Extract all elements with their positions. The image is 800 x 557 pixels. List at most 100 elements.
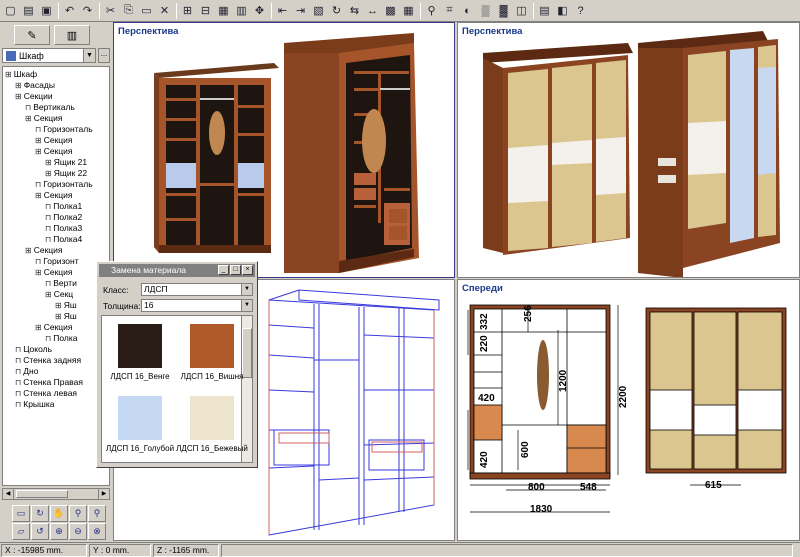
tree-item[interactable]: ⊓ Полка3 [45, 223, 82, 234]
tree-item[interactable]: ⊞ Секция [35, 146, 73, 157]
object-tree[interactable]: ⊞ Шкаф ⊞ Фасады ⊞ Секции ⊓ Вертикаль ⊞ Секция ⊓ Гор… [2, 66, 110, 486]
cut-button[interactable]: ✂ [102, 2, 119, 20]
copy-button[interactable]: ⎘ [120, 2, 137, 20]
align-right-button[interactable]: ⇥ [292, 2, 309, 20]
tree-item[interactable]: ⊞ Секция [25, 113, 63, 124]
tree-item[interactable]: ⊞ Ящик 21 [45, 157, 87, 168]
chevron-down-icon[interactable]: ▼ [241, 300, 252, 311]
tree-item[interactable]: ⊓ Крышка [15, 399, 55, 410]
paste-button[interactable]: ▭ [138, 2, 155, 20]
material-list[interactable]: ЛДСП 16_Венге ЛДСП 16_Вишня ЛДСП 16_Голубо… [101, 315, 253, 463]
delete-button[interactable]: ✕ [156, 2, 173, 20]
mirror-button[interactable]: ⇆ [346, 2, 363, 20]
grid-button[interactable]: ▦ [400, 2, 417, 20]
tree-item[interactable]: ⊓ Дно [15, 366, 38, 377]
chevron-down-icon[interactable]: ▼ [83, 49, 95, 62]
dialog-titlebar[interactable]: Замена материала _ □ × [99, 264, 255, 277]
fit-view-button[interactable]: ▱ [12, 523, 30, 540]
rotate-view-button[interactable]: ↻ [31, 505, 49, 522]
close-button[interactable]: × [242, 265, 253, 275]
table-button[interactable]: ▥ [233, 2, 250, 20]
tree-item[interactable]: ⊞ Шкаф [5, 69, 37, 80]
material-item[interactable]: ЛДСП 16_Голубой [104, 396, 176, 453]
tree-item[interactable]: ⊞ Секция [35, 190, 73, 201]
properties-button[interactable]: ▦ [215, 2, 232, 20]
zoom-out-button[interactable]: ⊖ [69, 523, 87, 540]
tree-item[interactable]: ⊓ Горизонталь [35, 124, 93, 135]
pick-tool-button[interactable]: ✎ [14, 25, 50, 45]
frame-button[interactable]: ▩ [382, 2, 399, 20]
tree-item[interactable]: ⊓ Цоколь [15, 344, 52, 355]
zoom-window-button[interactable]: ⚲ [88, 505, 106, 522]
object-combo[interactable]: Шкаф ▼ [2, 48, 96, 63]
render-icon: ▤ [539, 5, 550, 17]
undo-button[interactable]: ↶ [61, 2, 78, 20]
maximize-button[interactable]: □ [230, 265, 241, 275]
tree-item[interactable]: ⊓ Полка1 [45, 201, 82, 212]
section-button[interactable]: ▧ [310, 2, 327, 20]
wire-button[interactable]: ⌗ [441, 2, 458, 20]
browse-button[interactable]: ... [98, 48, 110, 63]
object-tool-button[interactable]: ▥ [54, 25, 90, 45]
tree-item[interactable]: ⊞ Яш [55, 300, 77, 311]
minimize-button[interactable]: _ [218, 265, 229, 275]
tree-item[interactable]: ⊓ Вертикаль [25, 102, 75, 113]
tree-item[interactable]: ⊞ Ящик 22 [45, 168, 87, 179]
tree-item[interactable]: ⊞ Секция [25, 245, 63, 256]
zoom-in-button[interactable]: ⊕ [50, 523, 68, 540]
tree-item[interactable]: ⊓ Полка [45, 333, 78, 344]
align-left-button[interactable]: ⇤ [274, 2, 291, 20]
redo-button[interactable]: ↷ [79, 2, 96, 20]
scroll-thumb[interactable] [16, 490, 68, 498]
ungroup-button[interactable]: ⊟ [197, 2, 214, 20]
tree-item[interactable]: ⊞ Секция [35, 267, 73, 278]
render-button[interactable]: ▤ [536, 2, 553, 20]
redo-icon: ↷ [82, 5, 93, 17]
tree-item[interactable]: ⊞ Секц [45, 289, 73, 300]
material-item[interactable]: ЛДСП 16_Бежевый [176, 396, 248, 453]
select-view-button[interactable]: ▭ [12, 505, 30, 522]
dimension-button[interactable]: ↔ [364, 2, 381, 20]
tree-item[interactable]: ⊞ Секция [35, 322, 73, 333]
tree-item[interactable]: ⊞ Секции [15, 91, 53, 102]
tree-item[interactable]: ⊓ Горизонталь [35, 179, 93, 190]
pattern-button[interactable]: ▓ [495, 2, 512, 20]
zoom-all-button[interactable]: ⊗ [88, 523, 106, 540]
tree-item[interactable]: ⊞ Секция [35, 135, 73, 146]
tree-item[interactable]: ⊞ Фасады [15, 80, 55, 91]
viewport-perspective-right[interactable]: Перспектива [457, 22, 800, 278]
orbit-view-button[interactable]: ↺ [31, 523, 49, 540]
viewport-perspective-left[interactable]: Перспектива [113, 22, 455, 278]
rotate-button[interactable]: ↻ [328, 2, 345, 20]
palette-button[interactable]: ◫ [513, 2, 530, 20]
export-button[interactable]: ◧ [554, 2, 571, 20]
thickness-select[interactable]: 16 ▼ [141, 299, 253, 312]
tree-item[interactable]: ⊓ Стенка левая [15, 388, 77, 399]
chevron-down-icon[interactable]: ▼ [241, 284, 252, 295]
help-button[interactable]: ? [572, 2, 589, 20]
tree-hscrollbar[interactable]: ◀ ▶ [2, 488, 110, 500]
tree-item[interactable]: ⊞ Яш [55, 311, 77, 322]
scroll-left-icon[interactable]: ◀ [3, 489, 14, 499]
move-button[interactable]: ✥ [251, 2, 268, 20]
tree-item[interactable]: ⊓ Горизонт [35, 256, 79, 267]
zoom-view-button[interactable]: ⚲ [69, 505, 87, 522]
tree-item[interactable]: ⊓ Стенка задняя [15, 355, 81, 366]
open-button[interactable]: ▤ [20, 2, 37, 20]
material-item[interactable]: ЛДСП 16_Венге [104, 324, 176, 381]
group-button[interactable]: ⊞ [179, 2, 196, 20]
texture-button[interactable]: ▒ [477, 2, 494, 20]
class-select[interactable]: ЛДСП ▼ [141, 283, 253, 296]
paint-button[interactable]: ◐ [459, 2, 476, 20]
viewport-front[interactable]: Спереди 256 332 220 1200 2200 420 600 42… [457, 279, 800, 541]
material-item[interactable]: ЛДСП 16_Вишня [176, 324, 248, 381]
tree-item[interactable]: ⊓ Верти [45, 278, 77, 289]
zoom-button[interactable]: ⚲ [423, 2, 440, 20]
new-button[interactable]: ▢ [2, 2, 19, 20]
tree-item[interactable]: ⊓ Стенка Правая [15, 377, 83, 388]
pan-view-button[interactable]: ✋ [50, 505, 68, 522]
save-button[interactable]: ▣ [38, 2, 55, 20]
scroll-right-icon[interactable]: ▶ [98, 489, 109, 499]
tree-item[interactable]: ⊓ Полка4 [45, 234, 82, 245]
tree-item[interactable]: ⊓ Полка2 [45, 212, 82, 223]
